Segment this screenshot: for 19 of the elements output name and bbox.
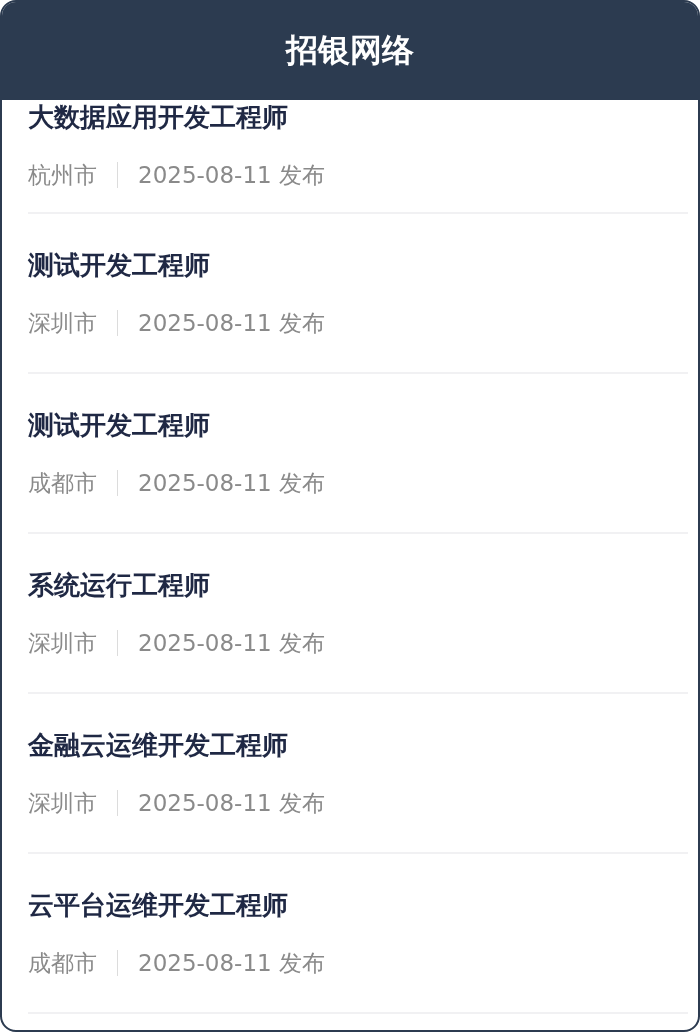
job-title[interactable]: 大数据应用开发工程师 (28, 100, 288, 134)
job-city: 深圳市 (28, 629, 97, 658)
job-title[interactable]: 系统运行工程师 (28, 568, 210, 602)
job-title[interactable]: 金融云运维开发工程师 (28, 728, 288, 762)
publish-date: 2025-08-11 发布 (138, 789, 325, 818)
page-title: 招银网络 (286, 30, 414, 71)
publish-date: 2025-08-11 发布 (138, 949, 325, 978)
job-city: 深圳市 (28, 789, 97, 818)
job-title[interactable]: 测试开发工程师 (28, 408, 210, 442)
job-city: 杭州市 (28, 161, 97, 190)
job-title[interactable]: 云平台运维开发工程师 (28, 888, 288, 922)
publish-date: 2025-08-11 发布 (138, 469, 325, 498)
publish-date: 2025-08-11 发布 (138, 161, 325, 190)
job-city: 深圳市 (28, 309, 97, 338)
job-city: 成都市 (28, 469, 97, 498)
job-title[interactable]: 测试开发工程师 (28, 248, 210, 282)
publish-date: 2025-08-11 发布 (138, 309, 325, 338)
publish-date: 2025-08-11 发布 (138, 629, 325, 658)
job-city: 成都市 (28, 949, 97, 978)
